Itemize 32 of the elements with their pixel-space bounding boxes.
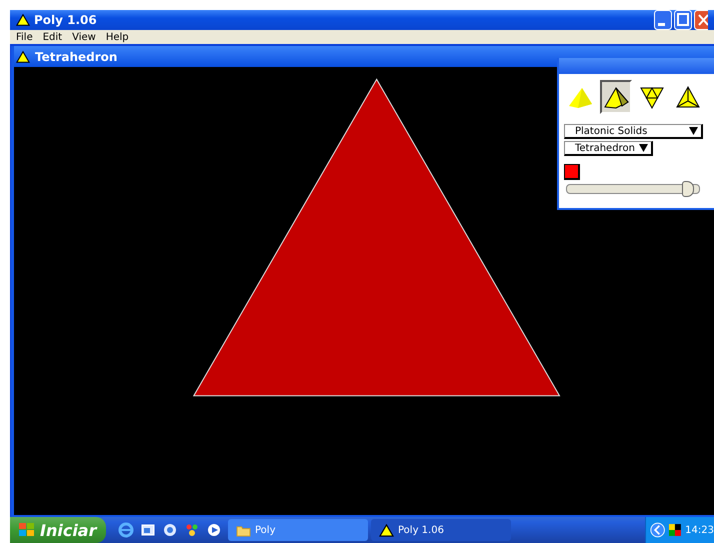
- dropdown-arrow-icon: [689, 127, 698, 135]
- dropdown[interactable]: Tetrahedron: [564, 141, 653, 156]
- taskbar-button[interactable]: Poly 1.06: [371, 519, 511, 541]
- start-button[interactable]: Iniciar: [10, 517, 106, 543]
- app-icon: [16, 50, 30, 64]
- expand-tray-button[interactable]: [650, 521, 666, 539]
- windows-logo-icon: [18, 522, 36, 538]
- window-title: Tetrahedron: [35, 50, 118, 64]
- menu-item[interactable]: Help: [102, 32, 133, 43]
- minimize-button[interactable]: [654, 10, 672, 30]
- menu-item[interactable]: View: [68, 32, 100, 43]
- app-icon: [16, 13, 30, 27]
- tray-icon[interactable]: [669, 523, 682, 537]
- app-icon: [379, 524, 394, 536]
- play-icon[interactable]: [206, 522, 222, 538]
- dropdown[interactable]: Platonic Solids: [564, 124, 703, 139]
- slider-thumb[interactable]: [682, 181, 694, 197]
- menu-item[interactable]: File: [12, 32, 37, 43]
- taskbar-button[interactable]: Poly: [228, 519, 368, 541]
- clock: 14:23: [685, 524, 714, 536]
- menu-item[interactable]: Edit: [38, 32, 66, 43]
- close-button[interactable]: [694, 10, 708, 30]
- color-swatch[interactable]: [564, 164, 580, 180]
- desktop-icon[interactable]: [140, 522, 156, 538]
- view-mode-button[interactable]: [600, 80, 632, 114]
- messenger-icon[interactable]: [184, 522, 200, 538]
- media-icon[interactable]: [162, 522, 178, 538]
- folder-icon: [236, 524, 251, 536]
- window-title: Poly 1.06: [34, 13, 97, 27]
- dropdown-arrow-icon: [639, 144, 648, 152]
- maximize-button[interactable]: [674, 10, 692, 30]
- browser-icon[interactable]: [118, 522, 134, 538]
